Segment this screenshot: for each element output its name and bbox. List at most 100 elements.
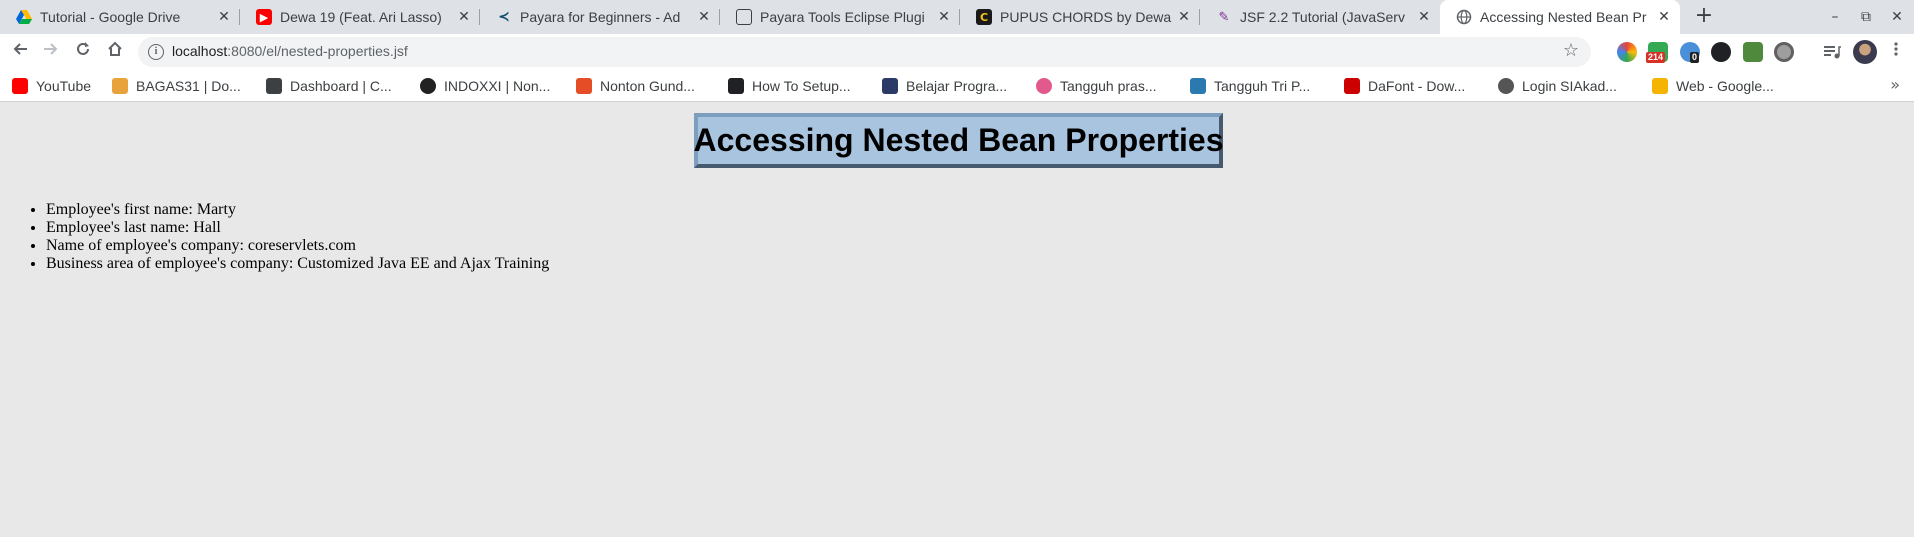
dashboard-icon — [266, 78, 282, 94]
chevron-double-right-icon[interactable]: » — [1890, 75, 1900, 94]
nonton-icon — [576, 78, 592, 94]
tab-title: PUPUS CHORDS by Dewa — [1000, 9, 1172, 25]
reload-icon — [77, 42, 89, 55]
arrow-left-icon — [13, 43, 27, 55]
globe-icon — [1456, 9, 1472, 25]
home-icon — [108, 41, 122, 56]
bookmarks-bar: YouTube BAGAS31 | Do... Dashboard | C...… — [0, 70, 1914, 102]
url-host: localhost — [172, 43, 228, 59]
close-icon[interactable]: ✕ — [694, 9, 714, 25]
payara-fish-icon: ≺ — [498, 9, 510, 25]
tab-youtube-dewa[interactable]: ▶ Dewa 19 (Feat. Ari Lasso) ✕ — [240, 0, 480, 34]
bookmark-web-google[interactable]: Web - Google... — [1652, 70, 1774, 102]
circle-extension-icon[interactable] — [1774, 42, 1794, 62]
arrow-right-icon — [44, 43, 58, 55]
bookmark-label: Belajar Progra... — [906, 78, 1008, 94]
bookmark-label: Login SIAkad... — [1522, 78, 1617, 94]
close-window-button[interactable]: ✕ — [1880, 0, 1914, 34]
url-path: :8080/el/nested-properties.jsf — [227, 43, 408, 59]
tab-google-drive[interactable]: Tutorial - Google Drive ✕ — [0, 0, 240, 34]
tab-jsf-tutorial[interactable]: ✎ JSF 2.2 Tutorial (JavaServ ✕ — [1200, 0, 1440, 34]
info-icon[interactable]: i — [148, 44, 164, 60]
title-panel: Accessing Nested Bean Properties — [693, 113, 1224, 168]
setup-icon — [728, 78, 744, 94]
dafont-icon — [1344, 78, 1360, 94]
page-content: Accessing Nested Bean Properties Employe… — [0, 102, 1914, 537]
bookmark-label: INDOXXI | Non... — [444, 78, 551, 94]
tab-strip: Tutorial - Google Drive ✕ ▶ Dewa 19 (Fea… — [0, 0, 1914, 34]
close-icon[interactable]: ✕ — [1654, 9, 1674, 25]
minimize-button[interactable]: – — [1818, 0, 1852, 34]
chat-extension-icon[interactable]: 214 — [1646, 42, 1668, 63]
browser-toolbar: i localhost:8080/el/nested-properties.js… — [0, 34, 1914, 70]
close-icon[interactable]: ✕ — [214, 9, 234, 25]
menu-button[interactable] — [1882, 38, 1910, 66]
bookmark-tangguh-pras[interactable]: Tangguh pras... — [1036, 70, 1157, 102]
close-icon[interactable]: ✕ — [1414, 9, 1434, 25]
bookmark-label: Dashboard | C... — [290, 78, 392, 94]
bookmark-star-icon[interactable]: ☆ — [1563, 40, 1579, 61]
google-drive-icon — [16, 9, 32, 25]
ghost-extension-icon[interactable]: 0 — [1680, 42, 1700, 63]
jsf-icon: ✎ — [1218, 9, 1230, 25]
indoxxi-icon — [420, 78, 436, 94]
bookmark-bagas31[interactable]: BAGAS31 | Do... — [112, 70, 241, 102]
employee-list: Employee's first name: Marty Employee's … — [46, 201, 549, 273]
close-icon[interactable]: ✕ — [934, 9, 954, 25]
bookmark-dafont[interactable]: DaFont - Dow... — [1344, 70, 1465, 102]
gnome-extension-icon[interactable] — [1711, 42, 1731, 62]
tangguh-icon — [1036, 78, 1052, 94]
tab-title: Dewa 19 (Feat. Ari Lasso) — [280, 9, 442, 25]
media-queue-icon[interactable] — [1822, 42, 1842, 62]
home-button[interactable] — [101, 38, 129, 66]
reload-button[interactable] — [69, 38, 97, 66]
bagas31-icon — [112, 78, 128, 94]
back-button[interactable] — [6, 38, 34, 66]
restore-button[interactable]: ⧉ — [1849, 0, 1883, 34]
forward-button[interactable] — [37, 38, 65, 66]
new-tab-button[interactable]: + — [1690, 3, 1718, 31]
extension-badge: 214 — [1646, 52, 1666, 63]
tab-title: Payara Tools Eclipse Plugi — [760, 9, 925, 25]
more-vert-icon — [1894, 42, 1898, 56]
color-picker-extension-icon[interactable] — [1617, 42, 1637, 62]
list-item: Employee's last name: Hall — [46, 219, 549, 237]
bookmark-label: BAGAS31 | Do... — [136, 78, 241, 94]
tab-title: Tutorial - Google Drive — [40, 9, 181, 25]
extension-badge-zero: 0 — [1690, 52, 1700, 63]
list-item: Employee's first name: Marty — [46, 201, 549, 219]
page-title: Accessing Nested Bean Properties — [693, 122, 1224, 158]
close-icon[interactable]: ✕ — [454, 9, 474, 25]
bookmark-siakad[interactable]: Login SIAkad... — [1498, 70, 1617, 102]
bookmark-how-to-setup[interactable]: How To Setup... — [728, 70, 851, 102]
list-item: Business area of employee's company: Cus… — [46, 255, 549, 273]
tangguh-tri-icon — [1190, 78, 1206, 94]
bookmark-tangguh-tri[interactable]: Tangguh Tri P... — [1190, 70, 1310, 102]
tab-title: JSF 2.2 Tutorial (JavaServ — [1240, 9, 1405, 25]
bookmark-label: Web - Google... — [1676, 78, 1774, 94]
chords-icon: C — [976, 9, 992, 25]
tab-pupus-chords[interactable]: C PUPUS CHORDS by Dewa ✕ — [960, 0, 1200, 34]
book-icon — [736, 9, 752, 25]
bookmark-youtube[interactable]: YouTube — [12, 70, 91, 102]
tab-payara-tools[interactable]: Payara Tools Eclipse Plugi ✕ — [720, 0, 960, 34]
tab-nested-bean-active[interactable]: Accessing Nested Bean Pr ✕ — [1440, 0, 1680, 34]
google-drive-icon — [1652, 78, 1668, 94]
bookmark-nonton-gundam[interactable]: Nonton Gund... — [576, 70, 695, 102]
avatar[interactable] — [1853, 40, 1877, 64]
bookmark-belajar-programming[interactable]: Belajar Progra... — [882, 70, 1007, 102]
translate-extension-icon[interactable] — [1743, 42, 1763, 62]
belajar-icon — [882, 78, 898, 94]
url-text[interactable]: localhost:8080/el/nested-properties.jsf — [172, 43, 408, 59]
close-icon[interactable]: ✕ — [1174, 9, 1194, 25]
youtube-icon: ▶ — [256, 9, 272, 25]
youtube-icon — [12, 78, 28, 94]
tab-payara-beginners[interactable]: ≺ Payara for Beginners - Ad ✕ — [480, 0, 720, 34]
bookmark-label: Tangguh Tri P... — [1214, 78, 1311, 94]
bookmark-dashboard[interactable]: Dashboard | C... — [266, 70, 392, 102]
bookmark-label: Nonton Gund... — [600, 78, 695, 94]
address-bar[interactable]: i localhost:8080/el/nested-properties.js… — [138, 37, 1591, 67]
tab-title: Payara for Beginners - Ad — [520, 9, 681, 25]
tab-title: Accessing Nested Bean Pr — [1480, 9, 1647, 25]
bookmark-indoxxi[interactable]: INDOXXI | Non... — [420, 70, 550, 102]
